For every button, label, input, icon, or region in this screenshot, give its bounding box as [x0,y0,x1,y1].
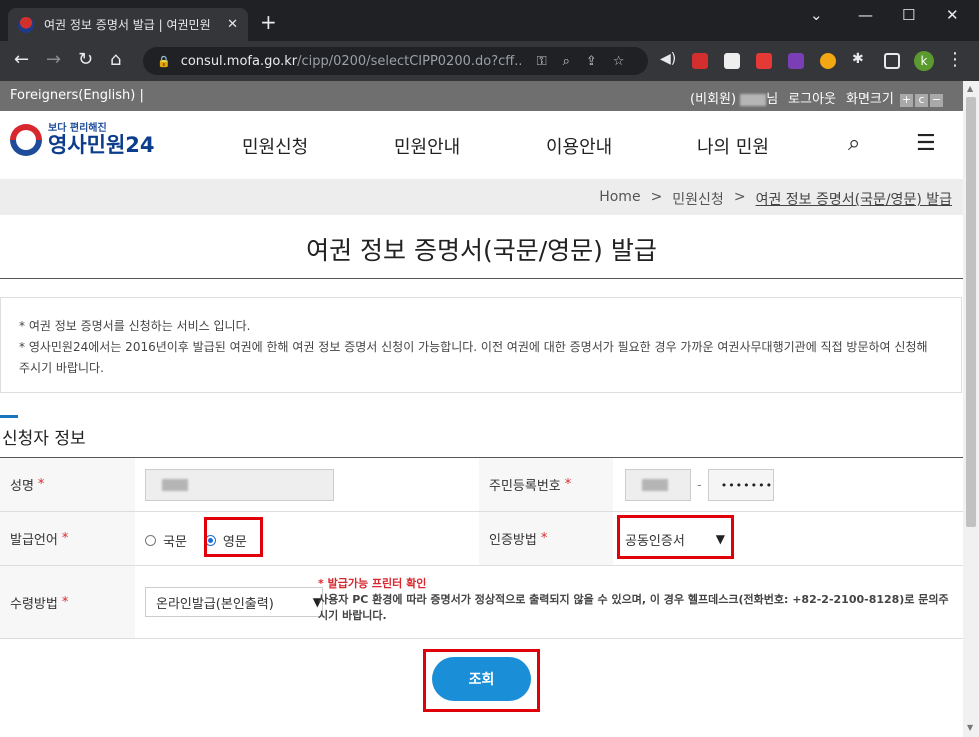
browser-toolbar: ← → ↻ ⌂ 🔒 consul.mofa.go.kr/cipp/0200/se… [0,41,979,81]
printer-warning-body: 사용자 PC 환경에 따라 증명서가 정상적으로 출력되지 않을 수 있으며, … [318,593,949,622]
address-bar[interactable]: 🔒 consul.mofa.go.kr/cipp/0200/selectCIPP… [143,47,648,75]
extension-icon-5[interactable] [820,53,836,69]
nav-item-apply[interactable]: 민원신청 [242,133,308,159]
ssn-back-field: ••••••• [707,469,774,501]
applicant-form: 성명 * 주민등록번호 * - ••••••• 발급언어 * 국문 영문 인증방법 * … [0,457,963,639]
key-icon[interactable]: ⚿ [537,54,547,69]
close-tab-icon[interactable]: ✕ [227,17,238,32]
reload-icon[interactable]: ↻ [78,50,93,70]
notice-line: * 여권 정보 증명서를 신청하는 서비스 입니다. [19,319,251,333]
blurred-name [162,479,188,491]
extension-icon-1[interactable] [692,53,708,69]
zoom-in-button[interactable]: + [900,94,913,107]
title-divider [0,278,963,279]
tab-search-chevron-icon[interactable]: ⌄ [810,6,823,24]
nav-item-my[interactable]: 나의 민원 [697,133,769,159]
blurred-username [740,93,767,106]
blurred-ssn [642,479,668,491]
back-icon[interactable]: ← [14,50,29,70]
zoom-control: 화면크기 + c − [846,92,943,107]
site-logo[interactable]: 보다 편리해진 영사민원24 [10,123,155,157]
new-tab-icon[interactable]: + [260,12,277,32]
section-title: 신청자 정보 [2,429,86,449]
speaker-icon[interactable]: ◀) [660,51,676,67]
radio-korean[interactable]: 국문 [145,531,187,550]
radio-korean-dot[interactable] [145,535,156,546]
breadcrumb-level1[interactable]: 민원신청 [672,189,724,209]
nav-item-guide[interactable]: 민원안내 [394,133,460,159]
extension-icon-3[interactable] [756,53,772,69]
maximize-icon[interactable]: ☐ [902,6,915,24]
highlight-box-english [204,517,263,557]
forward-icon[interactable]: → [46,50,61,70]
utility-bar: Foreigners(English) | (비회원) 님 로그아웃 화면크기 … [0,81,963,111]
auth-label: 인증방법 * [479,512,613,565]
zoom-out-button[interactable]: − [930,94,943,107]
lock-icon[interactable]: 🔒 [157,55,171,68]
bookmark-star-icon[interactable]: ☆ [613,54,625,69]
tab-title: 여권 정보 증명서 발급 | 여권민원 [44,18,211,32]
minimize-icon[interactable]: — [858,6,873,24]
taegeuk-logo-icon [10,124,42,156]
breadcrumb: Home > 민원신청 > 여권 정보 증명서(국문/영문) 발급 [599,189,952,209]
puzzle-extensions-icon[interactable]: ✱ [852,51,868,67]
language-label: 발급언어 * [0,512,135,565]
ssn-dash: - [697,477,702,493]
scroll-up-icon[interactable]: ▲ [967,84,973,93]
zoom-reset-button[interactable]: c [915,94,928,107]
window-close-icon[interactable]: ✕ [946,6,959,24]
nav-item-usage[interactable]: 이용안내 [546,133,612,159]
extension-icon-2[interactable] [724,53,740,69]
page-title: 여권 정보 증명서(국문/영문) 발급 [306,236,657,265]
form-row-language: 발급언어 * 국문 영문 인증방법 * 공동인증서 ▼ [0,512,963,566]
printer-warning-title[interactable]: * 발급가능 프린터 확인 [318,576,958,592]
foreigners-english-link[interactable]: Foreigners(English) | [10,88,144,103]
site-header: 보다 편리해진 영사민원24 민원신청 민원안내 이용안내 나의 민원 ⌕ ☰ [0,111,963,179]
search-icon[interactable]: ⌕ [848,131,860,156]
scroll-down-icon[interactable]: ▼ [967,723,973,732]
ssn-label: 주민등록번호 * [479,458,613,511]
highlight-box-auth [617,515,734,559]
breadcrumb-home[interactable]: Home [599,189,640,209]
site-favicon-icon [18,16,34,33]
name-field [145,469,334,501]
url-text[interactable]: consul.mofa.go.kr/cipp/0200/selectCIPP02… [181,54,521,69]
breadcrumb-separator: > [733,189,746,205]
printer-warning: * 발급가능 프린터 확인 사용자 PC 환경에 따라 증명서가 정상적으로 출… [318,576,958,624]
user-utility: (비회원) 님 로그아웃 화면크기 + c − [690,88,943,107]
name-label: 성명 * [0,458,135,511]
share-icon[interactable]: ⇪ [586,54,597,69]
scrollbar-thumb[interactable] [966,97,976,527]
logo-text: 영사민원24 [48,133,155,157]
breadcrumb-current[interactable]: 여권 정보 증명서(국문/영문) 발급 [756,189,952,209]
notice-line: * 영사민원24에서는 2016년이후 발급된 여권에 한해 여권 정보 증명서… [19,340,928,354]
notice-line: 주시기 바랍니다. [19,361,104,375]
profile-avatar[interactable]: k [914,51,934,71]
breadcrumb-separator: > [650,189,663,205]
page-scrollbar[interactable]: ▲ ▼ [963,81,979,737]
hamburger-menu-icon[interactable]: ☰ [916,131,936,156]
receive-method-select[interactable]: 온라인발급(본인출력) ▼ [145,587,323,617]
section-accent [0,415,18,418]
browser-menu-icon[interactable]: ⋮ [946,50,964,70]
page-viewport: Foreigners(English) | (비회원) 님 로그아웃 화면크기 … [0,81,963,737]
notice-box: * 여권 정보 증명서를 신청하는 서비스 입니다. * 영사민원24에서는 2… [0,297,962,393]
logout-link[interactable]: 로그아웃 [788,88,836,107]
home-icon[interactable]: ⌂ [110,50,121,70]
browser-tab[interactable]: 여권 정보 증명서 발급 | 여권민원 ✕ [8,8,248,41]
extension-icon-4[interactable] [788,53,804,69]
user-status: (비회원) 님 [690,92,779,107]
ssn-front-field [625,469,691,501]
receive-label: 수령방법 * [0,566,135,638]
browser-tab-bar: 여권 정보 증명서 발급 | 여권민원 ✕ + ⌄ — ☐ ✕ [0,0,979,41]
side-panel-icon[interactable] [884,53,900,69]
zoom-icon[interactable]: ⌕ [563,54,570,69]
form-row-receive: 수령방법 * 온라인발급(본인출력) ▼ * 발급가능 프린터 확인 사용자 PC … [0,566,963,639]
breadcrumb-bar: Home > 민원신청 > 여권 정보 증명서(국문/영문) 발급 [0,179,963,215]
form-row-name: 성명 * 주민등록번호 * - ••••••• [0,458,963,512]
highlight-box-submit [423,649,540,712]
